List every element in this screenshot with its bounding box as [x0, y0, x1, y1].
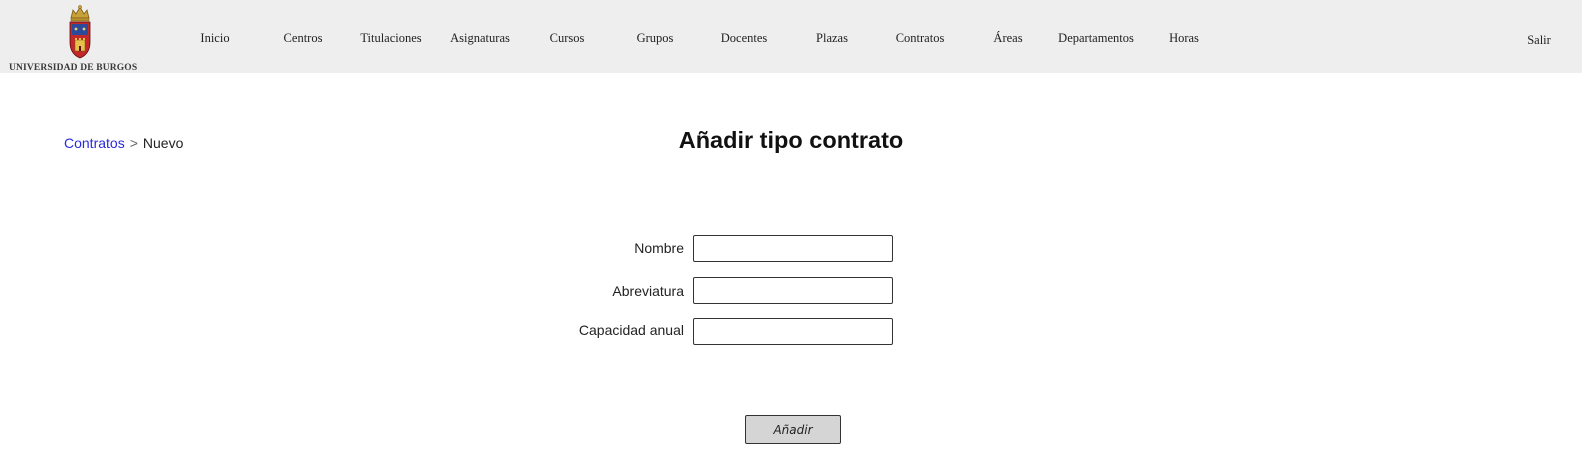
nav-item-asignaturas[interactable]: Asignaturas [450, 31, 510, 47]
nav-item-inicio[interactable]: Inicio [200, 31, 229, 47]
page-title: Añadir tipo contrato [678, 127, 904, 153]
add-button[interactable]: Añadir [745, 415, 841, 444]
logout-link[interactable]: Salir [1527, 33, 1551, 48]
university-crest-icon [69, 5, 91, 59]
top-navigation-bar: UNIVERSIDAD DE BURGOS Inicio Centros Tit… [0, 0, 1582, 73]
nav-item-centros[interactable]: Centros [284, 31, 323, 47]
capacidad-anual-label: Capacidad anual [578, 322, 684, 338]
nav-item-plazas[interactable]: Plazas [816, 31, 848, 47]
nav-item-grupos[interactable]: Grupos [637, 31, 674, 47]
nav-item-contratos[interactable]: Contratos [896, 31, 945, 47]
nav-item-areas[interactable]: Áreas [993, 31, 1022, 47]
university-logo[interactable]: UNIVERSIDAD DE BURGOS [6, 2, 156, 73]
abreviatura-input[interactable] [693, 277, 893, 304]
nav-item-departamentos[interactable]: Departamentos [1058, 31, 1134, 47]
nav-item-cursos[interactable]: Cursos [550, 31, 585, 47]
nombre-label: Nombre [634, 240, 684, 256]
university-logo-text: UNIVERSIDAD DE BURGOS [9, 63, 138, 73]
nav-item-horas[interactable]: Horas [1169, 31, 1199, 47]
abreviatura-label: Abreviatura [612, 283, 684, 299]
nav-item-titulaciones[interactable]: Titulaciones [360, 31, 421, 47]
capacidad-anual-input[interactable] [693, 318, 893, 345]
nav-item-docentes[interactable]: Docentes [721, 31, 768, 47]
nombre-input[interactable] [693, 235, 893, 262]
